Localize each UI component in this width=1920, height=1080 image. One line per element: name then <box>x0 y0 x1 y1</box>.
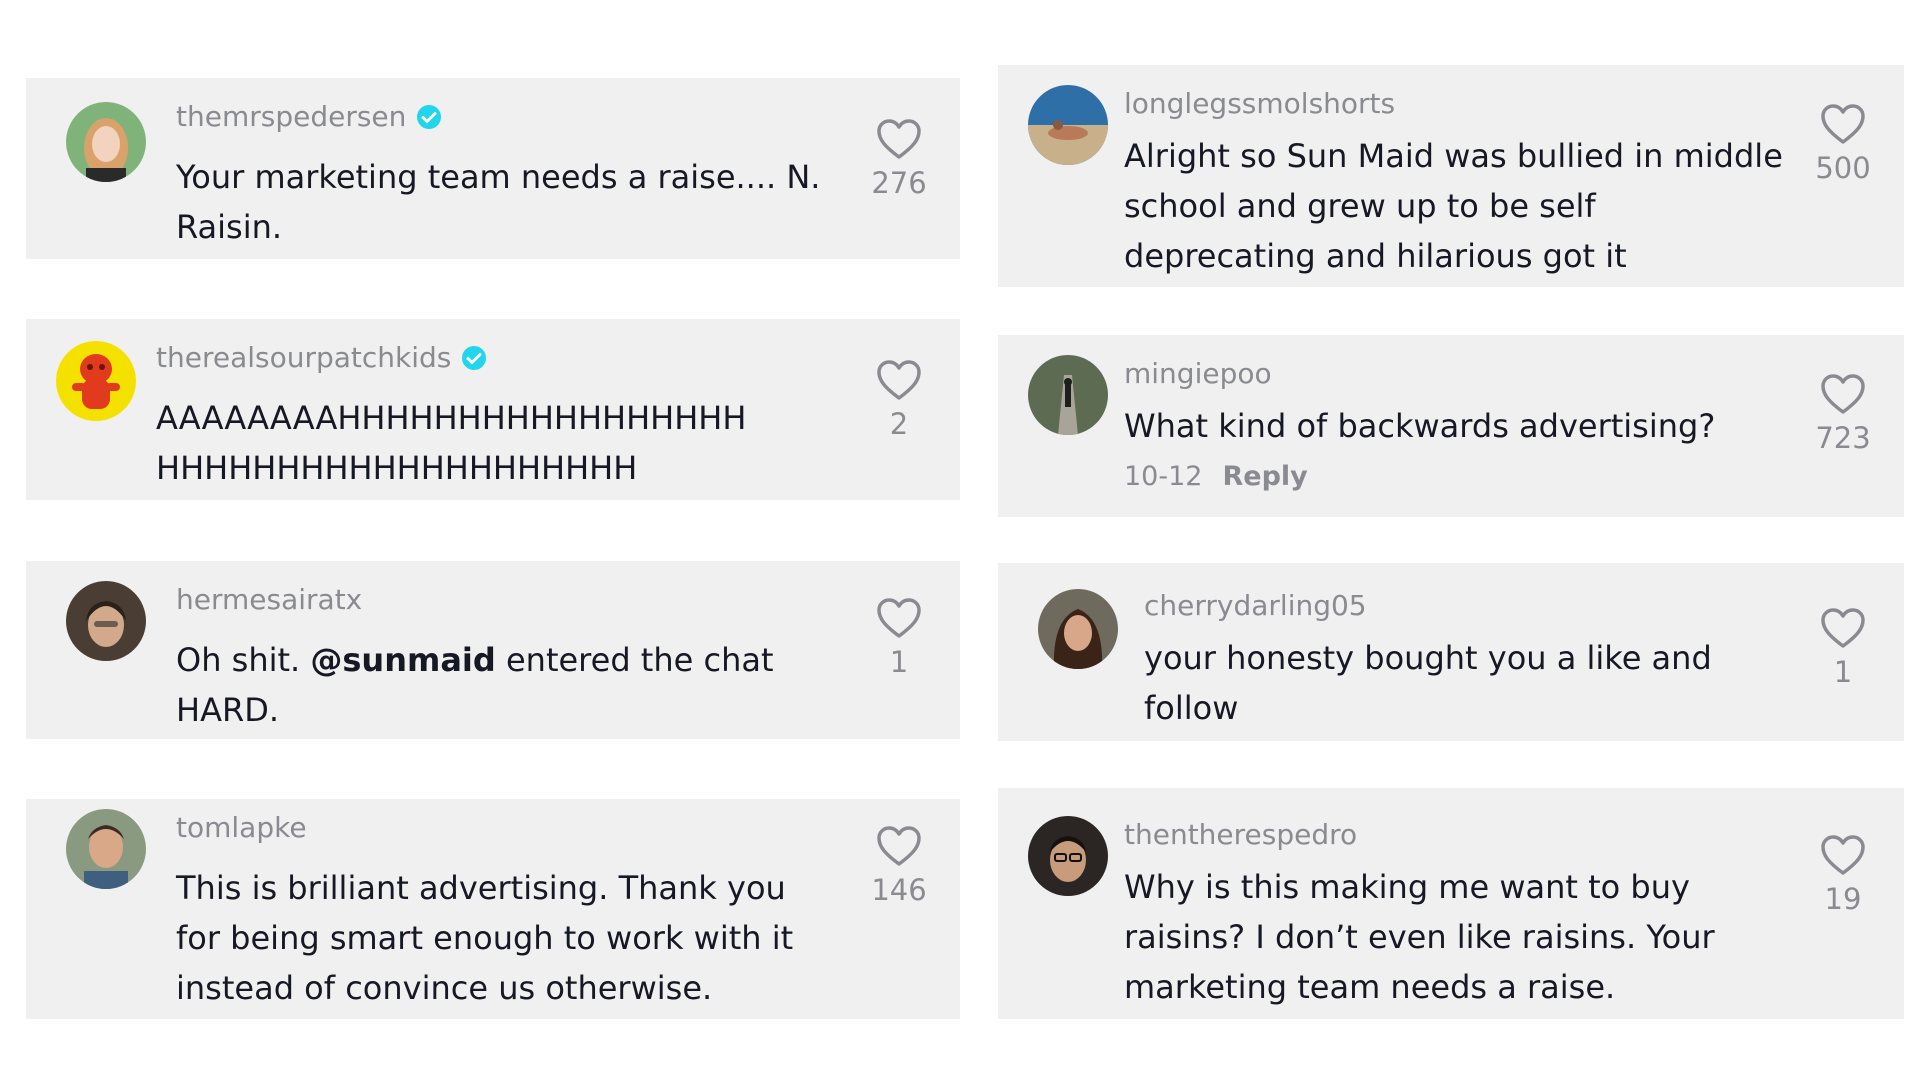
comment-text: This is brilliant advertising. Thank you… <box>176 863 793 1013</box>
user-avatar[interactable] <box>66 102 146 182</box>
heart-outline-icon <box>1821 835 1865 875</box>
user-avatar[interactable] <box>66 809 146 889</box>
comment-card: thentherespedro Why is this making me wa… <box>998 788 1904 1019</box>
like-button[interactable]: 2 <box>854 359 944 441</box>
like-count: 1 <box>889 645 909 679</box>
comment-username[interactable]: mingiepoo <box>1124 357 1272 390</box>
heart-outline-icon <box>877 598 921 638</box>
like-button[interactable]: 146 <box>854 825 944 907</box>
heart-outline-icon <box>877 119 921 159</box>
user-avatar[interactable] <box>66 581 146 661</box>
comment-username[interactable]: therealsourpatchkids <box>156 341 487 374</box>
mention-link[interactable]: @sunmaid <box>310 641 495 679</box>
comment-date: 10-12 <box>1124 461 1203 492</box>
comment-username[interactable]: hermesairatx <box>176 583 362 616</box>
like-button[interactable]: 500 <box>1798 103 1888 185</box>
heart-outline-icon <box>877 360 921 400</box>
like-button[interactable]: 1 <box>1798 607 1888 689</box>
comment-text-line: follow <box>1144 689 1239 727</box>
user-avatar[interactable] <box>1028 355 1108 435</box>
comment-text: AAAAAAAAHHHHHHHHHHHHHHHHH HHHHHHHHHHHHHH… <box>156 393 746 493</box>
comment-text: Oh shit. @sunmaid entered the chat HARD. <box>176 635 774 735</box>
like-button[interactable]: 276 <box>854 118 944 200</box>
comment-username[interactable]: longlegssmolshorts <box>1124 87 1395 120</box>
comment-text-line: for being smart enough to work with it <box>176 919 794 957</box>
comment-card: mingiepoo What kind of backwards adverti… <box>998 335 1904 517</box>
like-count: 1 <box>1833 655 1853 689</box>
comment-text-line: HARD. <box>176 691 279 729</box>
comment-username[interactable]: thentherespedro <box>1124 818 1357 851</box>
comment-text-line: Your marketing team needs a raise.... N. <box>176 158 821 196</box>
comment-text-segment: entered the chat <box>495 641 774 679</box>
like-count: 723 <box>1815 421 1871 455</box>
comment-text-line: deprecating and hilarious got it <box>1124 237 1627 275</box>
comment-text-line: Raisin. <box>176 208 283 246</box>
comment-text-line: Why is this making me want to buy <box>1124 868 1690 906</box>
like-button[interactable]: 19 <box>1798 834 1888 916</box>
user-avatar[interactable] <box>1028 816 1108 896</box>
reply-button[interactable]: Reply <box>1222 461 1307 492</box>
comment-card: themrspedersen Your marketing team needs… <box>26 78 960 259</box>
comment-text-line: Oh shit. @sunmaid entered the chat <box>176 635 774 685</box>
comment-meta: 10-12 Reply <box>1124 461 1308 492</box>
comment-text-line: instead of convince us otherwise. <box>176 969 713 1007</box>
username-text[interactable]: longlegssmolshorts <box>1124 87 1395 120</box>
user-avatar[interactable] <box>56 341 136 421</box>
heart-outline-icon <box>877 826 921 866</box>
username-text[interactable]: hermesairatx <box>176 583 362 616</box>
like-count: 19 <box>1824 882 1862 916</box>
heart-outline-icon <box>1821 374 1865 414</box>
username-text[interactable]: thentherespedro <box>1124 818 1357 851</box>
comment-username[interactable]: themrspedersen <box>176 100 442 133</box>
verified-badge-icon <box>416 104 442 130</box>
like-count: 2 <box>889 407 909 441</box>
heart-outline-icon <box>1821 608 1865 648</box>
comment-card: therealsourpatchkids AAAAAAAAHHHHHHHHHHH… <box>26 319 960 500</box>
comment-text: your honesty bought you a like and follo… <box>1144 633 1712 733</box>
comment-username[interactable]: tomlapke <box>176 811 307 844</box>
verified-badge-icon <box>461 345 487 371</box>
comment-text-line: HHHHHHHHHHHHHHHHHHHH <box>156 449 638 487</box>
user-avatar[interactable] <box>1038 589 1118 669</box>
comment-text-line: your honesty bought you a like and <box>1144 639 1712 677</box>
comment-text: What kind of backwards advertising? <box>1124 401 1715 451</box>
comment-card: hermesairatx Oh shit. @sunmaid entered t… <box>26 561 960 739</box>
username-text[interactable]: themrspedersen <box>176 100 406 133</box>
comment-text-segment: Oh shit. <box>176 641 311 679</box>
like-count: 276 <box>871 166 927 200</box>
comment-text: Why is this making me want to buy raisin… <box>1124 862 1715 1012</box>
like-button[interactable]: 723 <box>1798 373 1888 455</box>
comment-text-line: AAAAAAAAHHHHHHHHHHHHHHHHH <box>156 399 747 437</box>
like-count: 500 <box>1815 151 1871 185</box>
comment-username[interactable]: cherrydarling05 <box>1144 589 1367 622</box>
username-text[interactable]: cherrydarling05 <box>1144 589 1367 622</box>
heart-outline-icon <box>1821 104 1865 144</box>
comment-text-line: marketing team needs a raise. <box>1124 968 1616 1006</box>
comment-card: longlegssmolshorts Alright so Sun Maid w… <box>998 65 1904 287</box>
user-avatar[interactable] <box>1028 85 1108 165</box>
comment-card: cherrydarling05 your honesty bought you … <box>998 563 1904 741</box>
username-text[interactable]: tomlapke <box>176 811 307 844</box>
comment-text: Alright so Sun Maid was bullied in middl… <box>1124 131 1783 281</box>
like-count: 146 <box>871 873 927 907</box>
like-button[interactable]: 1 <box>854 597 944 679</box>
username-text[interactable]: therealsourpatchkids <box>156 341 451 374</box>
comment-text-line: This is brilliant advertising. Thank you <box>176 869 786 907</box>
username-text[interactable]: mingiepoo <box>1124 357 1272 390</box>
comment-text-line: What kind of backwards advertising? <box>1124 407 1716 445</box>
comment-text: Your marketing team needs a raise.... N.… <box>176 152 820 252</box>
comment-text-line: raisins? I don’t even like raisins. Your <box>1124 918 1715 956</box>
comment-text-line: Alright so Sun Maid was bullied in middl… <box>1124 137 1783 175</box>
comment-text-line: school and grew up to be self <box>1124 187 1596 225</box>
comment-card: tomlapke This is brilliant advertising. … <box>26 799 960 1019</box>
